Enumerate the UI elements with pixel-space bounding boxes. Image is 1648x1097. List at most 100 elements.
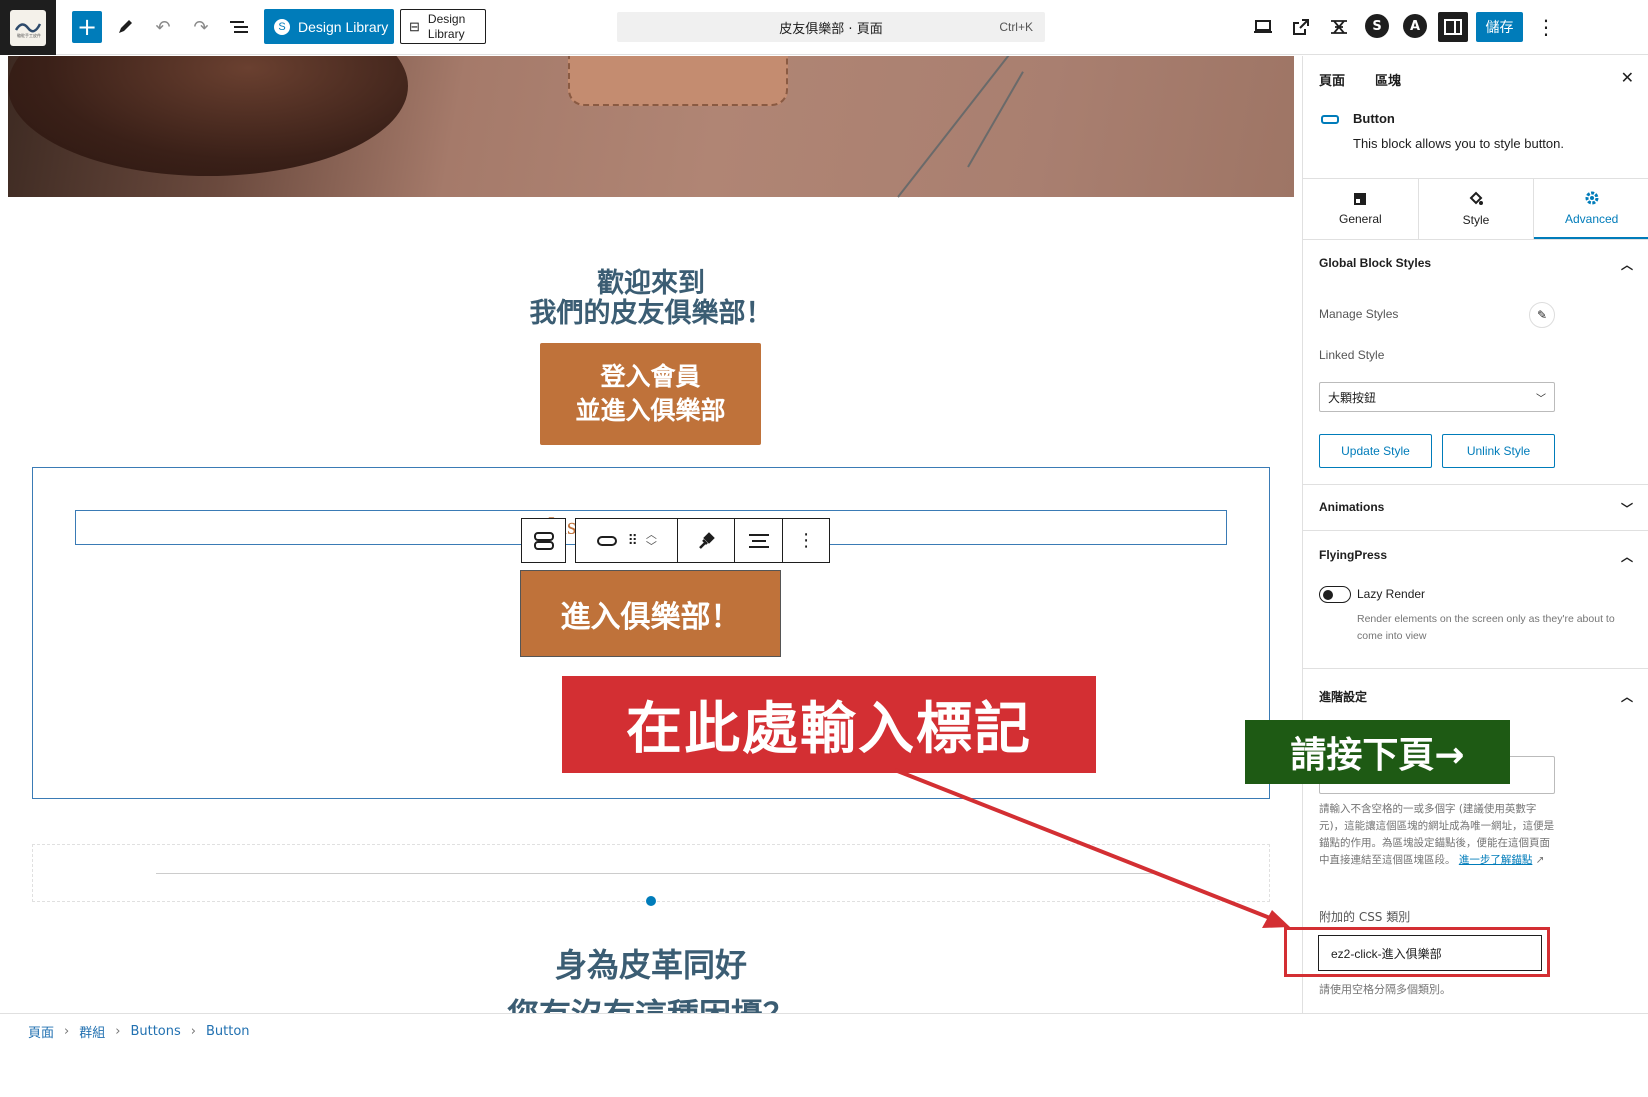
block-options-icon[interactable]: ⋮ [783, 519, 829, 562]
anchor-help-text: 請輸入不含空格的一或多個字 (建議使用英數字元)，這能讓這個區塊的網址成為唯一網… [1319, 801, 1555, 869]
block-type-mover[interactable]: ⠿ ︿ ﹀ [576, 519, 678, 562]
annotation-green-banner: 請接下頁→ [1245, 720, 1510, 784]
divider [1303, 484, 1648, 485]
update-style-button[interactable]: Update Style [1319, 434, 1432, 468]
login-button-line1: 登入會員 [600, 362, 701, 391]
tab-advanced-label: Advanced [1564, 212, 1619, 226]
toggle-knob [1323, 590, 1333, 600]
block-card: Button This block allows you to style bu… [1319, 111, 1639, 151]
design-library-secondary-button[interactable]: ⊟ Design Library [400, 9, 486, 44]
lazy-render-help: Render elements on the screen only as th… [1357, 613, 1615, 642]
tab-advanced[interactable]: Advanced [1534, 179, 1648, 239]
global-block-styles-title: Global Block Styles [1319, 256, 1432, 270]
enter-club-label: 進入俱樂部！ [560, 599, 741, 635]
buttons-parent-icon[interactable] [522, 519, 565, 562]
flyingpress-header[interactable]: FlyingPress ︿ [1319, 548, 1633, 565]
divider [1303, 668, 1648, 669]
tab-style[interactable]: Style [1419, 179, 1535, 239]
document-title: 皮友俱樂部 · 頁面 [779, 21, 883, 37]
undo-icon[interactable]: ↶ [150, 14, 176, 40]
breadcrumb-item-current: Button [205, 1024, 250, 1039]
button-block-card-icon [1321, 115, 1339, 124]
tab-style-label: Style [1462, 213, 1490, 227]
drag-handle-icon[interactable]: ⠿ [628, 533, 638, 549]
unlink-style-button[interactable]: Unlink Style [1442, 434, 1555, 468]
style-brush-icon[interactable] [678, 519, 736, 562]
move-up-down-icon[interactable]: ︿ ﹀ [646, 528, 657, 553]
welcome-heading-line2: 我們的皮友俱樂部！ [529, 298, 773, 329]
parent-block-toolbar[interactable] [521, 518, 566, 563]
breadcrumb-separator-icon: › [190, 1024, 196, 1039]
login-member-button[interactable]: 登入會員 並進入俱樂部 [540, 343, 761, 445]
design-library-button[interactable]: S Design Library [264, 9, 394, 44]
close-icon[interactable]: ✕ [1621, 68, 1634, 87]
css-class-label: 附加的 CSS 類別 [1319, 910, 1411, 924]
edit-pencil-icon[interactable]: ✎ [1529, 302, 1555, 328]
preview-device-icon[interactable] [1250, 14, 1276, 40]
section-heading-line1: 身為皮革同好 [554, 946, 747, 984]
options-menu-icon[interactable]: ⋮ [1534, 14, 1558, 40]
breadcrumb-item[interactable]: 頁面 [28, 1022, 54, 1041]
breadcrumb-item[interactable]: Buttons [130, 1024, 180, 1039]
anchor-learn-more-link[interactable]: 進一步了解錨點 [1459, 854, 1533, 866]
stackable-plugin-icon[interactable]: S [1365, 14, 1389, 38]
design-library-icon: S [274, 18, 290, 35]
animations-header[interactable]: Animations ﹀ [1319, 500, 1633, 517]
global-block-styles-header[interactable]: Global Block Styles ︿ [1319, 256, 1633, 273]
ai-assistant-icon[interactable] [1326, 14, 1352, 40]
tools-pencil-icon[interactable] [112, 14, 138, 40]
astra-plugin-icon[interactable]: A [1403, 14, 1427, 38]
svg-text:駱駝手工皮件: 駱駝手工皮件 [17, 32, 41, 38]
document-overview-icon[interactable] [226, 14, 252, 40]
chevron-up-icon: ︿ [1620, 258, 1633, 272]
tab-page[interactable]: 頁面 [1319, 70, 1345, 89]
section-heading-line2: 您有沒有這種困擾？ [0, 990, 1302, 1014]
design-library-secondary-label: Design Library [427, 11, 466, 41]
gear-icon [1585, 191, 1599, 205]
linked-style-value: 大顆按鈕 [1328, 390, 1377, 405]
library-icon: ⊟ [409, 19, 420, 34]
breadcrumb-item[interactable]: 群組 [79, 1022, 105, 1041]
redo-icon[interactable]: ↷ [188, 14, 214, 40]
view-page-external-icon[interactable] [1288, 14, 1314, 40]
sidebar-tabs: 頁面 區塊 [1319, 70, 1401, 89]
site-logo-image: 駱駝手工皮件 [10, 9, 46, 46]
divider [1303, 530, 1648, 531]
login-button-line2: 並進入俱樂部 [575, 396, 726, 425]
css-class-help: 請使用空格分隔多個類別。 [1319, 983, 1451, 996]
block-card-title: Button [1353, 111, 1395, 126]
block-inserter-button[interactable]: + [72, 11, 102, 43]
flyingpress-title: FlyingPress [1319, 548, 1388, 562]
site-logo[interactable]: 駱駝手工皮件 [0, 0, 56, 55]
block-breadcrumb-bar: 頁面 › 群組 › Buttons › Button [0, 1013, 1648, 1097]
advanced-settings-header[interactable]: 進階設定 ︿ [1319, 688, 1633, 705]
settings-sidebar-toggle-icon[interactable] [1438, 12, 1468, 42]
chevron-up-icon: ︿ [1620, 690, 1633, 704]
thread-spool-image [8, 56, 408, 176]
breadcrumb-separator-icon: › [115, 1024, 121, 1039]
breadcrumb: 頁面 › 群組 › Buttons › Button [28, 1022, 250, 1041]
lazy-render-toggle[interactable] [1319, 586, 1351, 603]
block-insertion-point[interactable] [646, 896, 656, 906]
external-link-icon: ↗ [1532, 854, 1545, 866]
tab-general-label: General [1338, 212, 1382, 226]
align-center-icon[interactable] [735, 519, 784, 562]
general-icon [1354, 193, 1367, 205]
tab-general[interactable]: General [1303, 179, 1419, 239]
linked-style-select[interactable]: 大顆按鈕 ﹀ [1319, 382, 1555, 412]
enter-club-button[interactable]: 進入俱樂部！ [520, 570, 781, 657]
design-library-label: Design Library [298, 18, 389, 35]
block-card-description: This block allows you to style button. [1353, 136, 1564, 151]
block-toolbar[interactable]: ⠿ ︿ ﹀ ⋮ [575, 518, 830, 563]
lazy-render-label: Lazy Render [1357, 587, 1426, 601]
button-block-icon [596, 535, 617, 546]
advanced-settings-title: 進階設定 [1319, 690, 1368, 704]
tab-block[interactable]: 區塊 [1375, 70, 1401, 89]
animations-title: Animations [1319, 500, 1385, 514]
needle-image [967, 71, 1024, 168]
annotation-red-banner: 在此處輸入標記 [562, 676, 1096, 773]
command-shortcut: Ctrl+K [999, 20, 1033, 34]
chevron-down-icon: ﹀ [1536, 393, 1546, 405]
save-button[interactable]: 儲存 [1476, 12, 1523, 42]
command-palette-bar[interactable]: 皮友俱樂部 · 頁面 Ctrl+K [617, 12, 1045, 42]
